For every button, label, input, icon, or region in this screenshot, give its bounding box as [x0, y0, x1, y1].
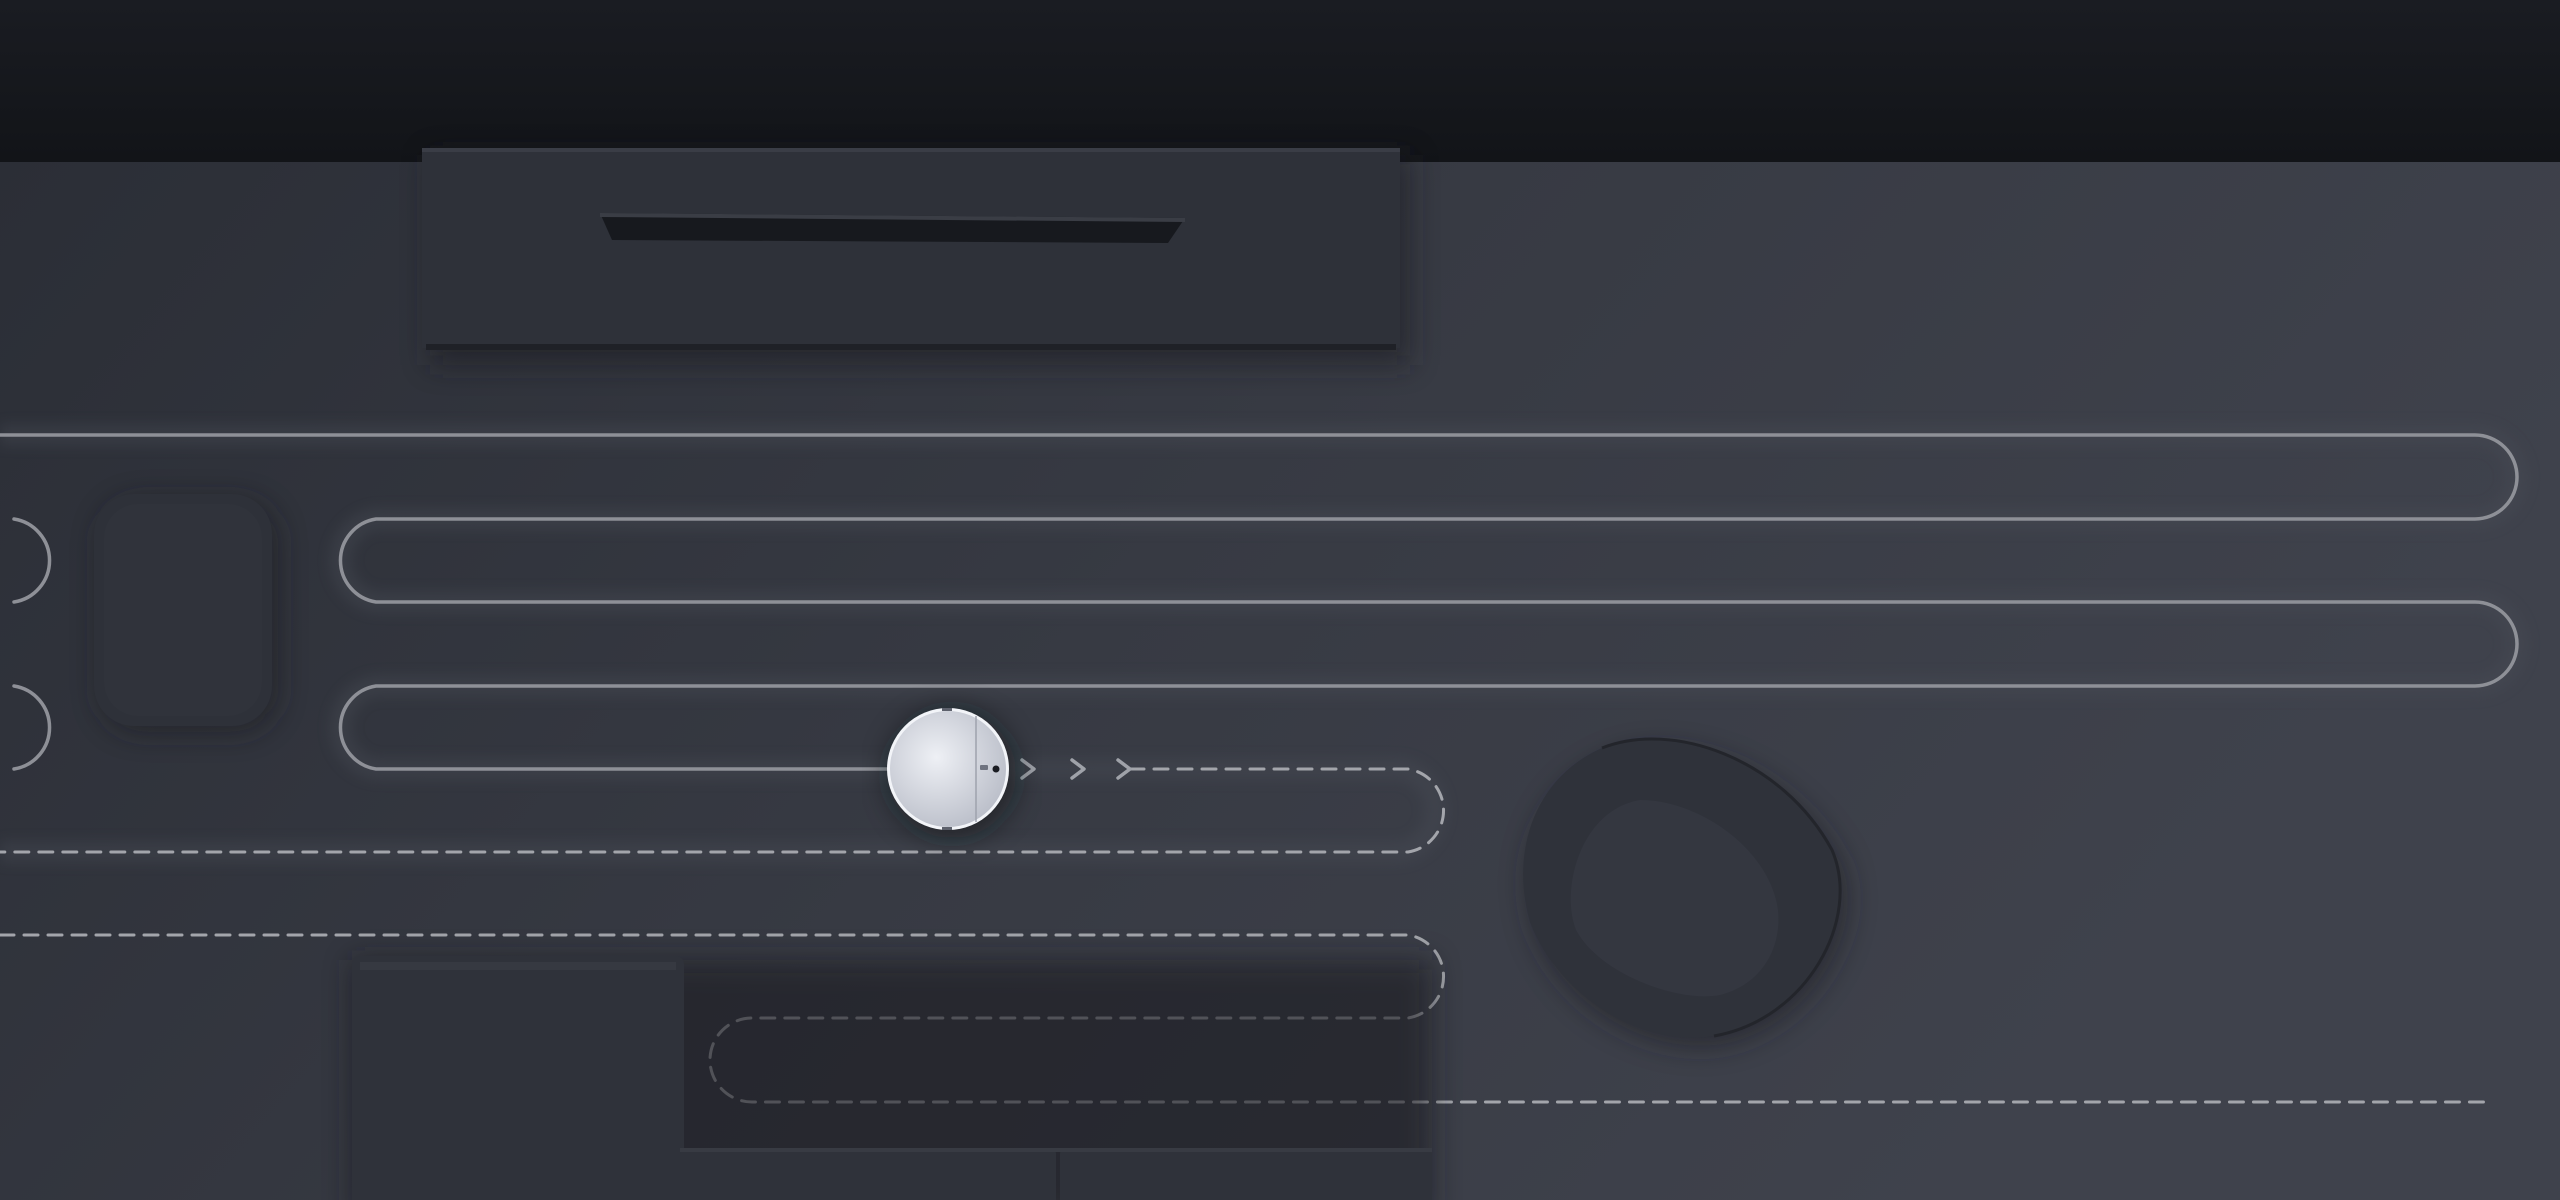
tv-cabinet — [422, 148, 1410, 365]
sofa-cushion-left — [680, 1148, 1056, 1200]
ottoman — [94, 494, 278, 732]
sofa-cushion-right — [1060, 1148, 1432, 1200]
sofa-chaise — [352, 956, 684, 1200]
robot-sensor — [992, 765, 1000, 773]
sofa — [352, 956, 1432, 1200]
wall — [0, 0, 2560, 162]
floor-plan — [0, 0, 2560, 1200]
television — [600, 213, 1185, 243]
cleaning-scene — [0, 0, 2560, 1200]
